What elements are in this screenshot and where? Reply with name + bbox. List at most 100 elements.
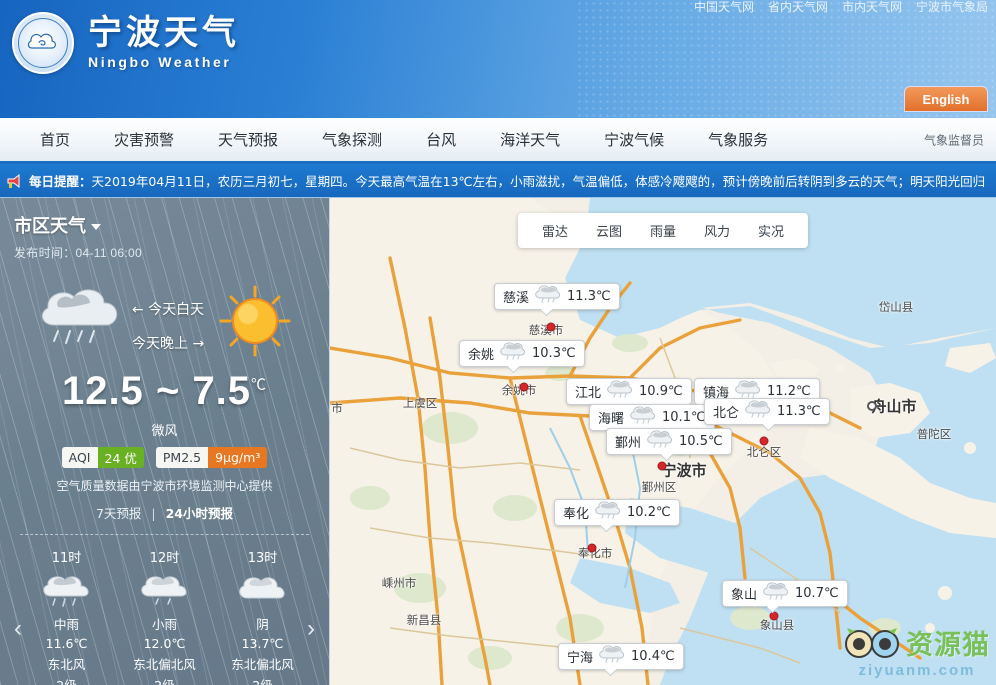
hour-temperature: 12.0℃	[143, 636, 186, 651]
aqi-value: 24 优	[97, 447, 144, 468]
map-station-bubble[interactable]: 奉化 10.2℃	[554, 499, 680, 526]
meteorology-emblem-icon	[12, 12, 74, 74]
hour-temperature: 11.6℃	[45, 636, 88, 651]
bubble-tail	[763, 424, 775, 431]
station-name: 余姚	[468, 348, 495, 363]
tab-7day-forecast[interactable]: 7天预报	[96, 506, 141, 521]
station-name: 慈溪	[503, 291, 530, 306]
station-temperature: 10.4℃	[631, 649, 675, 664]
forecast-tab-separator: |	[151, 506, 156, 521]
hour-time: 11时	[51, 551, 82, 566]
station-weather-icon	[533, 285, 561, 308]
map-place-label: 上虞区	[402, 396, 438, 410]
station-weather-icon	[743, 400, 771, 423]
daily-reminder-label: 每日提醒：	[29, 174, 92, 189]
today-daytime-label[interactable]: ← 今天白天	[132, 293, 204, 327]
hour-wind-force: 2级	[214, 675, 312, 685]
top-link-ningbo-bureau[interactable]: 宁波市气象局	[916, 0, 988, 15]
rain-cloud-icon	[18, 572, 116, 610]
brand-title-en: Ningbo Weather	[88, 54, 232, 71]
station-name: 象山	[731, 588, 758, 603]
nav-item-home[interactable]: 首页	[18, 129, 92, 150]
main-content: 市区天气 发布时间：04-11 06:00 ← 今天白天 今天晚上 → 12.5…	[0, 198, 996, 685]
map-station-bubble[interactable]: 余姚 10.3℃	[459, 340, 585, 367]
station-temperature: 11.3℃	[567, 289, 611, 304]
hour-time: 13时	[247, 551, 278, 566]
nav-item-marine-weather[interactable]: 海洋天气	[478, 129, 582, 150]
map-city-dot	[657, 461, 667, 471]
map-place-label: 岱山县	[878, 300, 914, 314]
nav-item-weather-services[interactable]: 气象服务	[686, 129, 790, 150]
map-tab-wind[interactable]: 风力	[690, 219, 744, 242]
map-tab-radar[interactable]: 雷达	[528, 219, 582, 242]
station-weather-icon	[761, 582, 789, 605]
map-place-label: 鄞州区	[641, 480, 677, 494]
station-name: 奉化	[563, 507, 590, 522]
chevron-down-icon	[91, 223, 101, 230]
map-tab-rainfall[interactable]: 雨量	[636, 219, 690, 242]
map-station-bubble[interactable]: 象山 10.7℃	[722, 580, 848, 607]
pm25-label: PM2.5	[155, 447, 209, 468]
nav-item-weather-forecast[interactable]: 天气预报	[196, 129, 300, 150]
today-night-label[interactable]: 今天晚上 →	[132, 327, 204, 361]
hourly-forecast-item[interactable]: 11时 中雨 11.6℃ 东北风	[18, 547, 116, 685]
top-links: 中国天气网 省内天气网 市内天气网 宁波市气象局	[694, 0, 988, 15]
megaphone-icon	[7, 173, 20, 188]
panel-divider	[20, 534, 309, 535]
map-place-label: 北仑区	[746, 445, 782, 459]
day-night-icons: ← 今天白天 今天晚上 →	[14, 265, 315, 373]
temp-low: 7.5	[192, 369, 252, 413]
map-station-bubble[interactable]: 江北 10.9℃	[566, 378, 692, 405]
hour-wind-direction: 东北偏北风	[133, 657, 196, 672]
city-selector-dropdown[interactable]: 市区天气	[14, 212, 101, 238]
english-language-button[interactable]: English	[904, 86, 988, 112]
main-navigation: 首页 灾害预警 天气预报 气象探测 台风 海洋天气 宁波气候 气象服务 气象监督…	[0, 118, 996, 164]
nav-item-typhoon[interactable]: 台风	[404, 129, 478, 150]
nav-item-meteorological-detection[interactable]: 气象探测	[300, 129, 404, 150]
hourly-forecast-item[interactable]: 12时 小雨 12.0℃ 东北偏北风	[116, 547, 214, 685]
air-quality-source: 空气质量数据由宁波市环境监测中心提供	[56, 479, 273, 493]
nav-item-disaster-warning[interactable]: 灾害预警	[92, 129, 196, 150]
aqi-badge[interactable]: AQI 24 优	[61, 447, 144, 468]
bubble-tail	[605, 669, 617, 676]
station-name: 宁海	[567, 651, 594, 666]
top-link-province-weather[interactable]: 省内天气网	[768, 0, 828, 15]
map-station-bubble[interactable]: 宁海 10.4℃	[558, 643, 684, 670]
nav-item-ningbo-climate[interactable]: 宁波气候	[582, 129, 686, 150]
station-name: 鄞州	[615, 436, 642, 451]
map-station-bubble[interactable]: 慈溪 11.3℃	[494, 283, 620, 310]
pm25-badge[interactable]: PM2.5 9μg/m³	[155, 447, 268, 468]
temperature-range: 12.5 ~ 7.5℃	[14, 369, 315, 414]
station-name: 江北	[575, 386, 602, 401]
map-station-bubble[interactable]: 北仑 11.3℃	[704, 398, 830, 425]
tab-24hour-forecast[interactable]: 24小时预报	[166, 506, 233, 521]
weather-map[interactable]: 雷达 云图 雨量 风力 实况 上虞区 余姚市 慈溪市 宁波市 鄞州区 北仑区 奉化市 象山县嵊…	[330, 198, 996, 685]
daily-reminder-text: 每日提醒：天2019年04月11日，农历三月初七，星期四。今天最高气温在13℃左…	[29, 171, 985, 190]
daily-reminder-bar: 每日提醒：天2019年04月11日，农历三月初七，星期四。今天最高气温在13℃左…	[0, 164, 996, 198]
bubble-tail	[601, 525, 613, 532]
hour-wind-direction: 东北风	[47, 657, 86, 672]
station-temperature: 10.5℃	[679, 434, 723, 449]
nav-supervisor-link[interactable]: 气象监督员	[924, 131, 984, 148]
station-weather-icon	[645, 430, 673, 453]
top-link-china-weather[interactable]: 中国天气网	[694, 0, 754, 15]
map-tab-live[interactable]: 实况	[744, 219, 798, 242]
map-place-label: 象山县	[759, 618, 795, 632]
map-station-bubble[interactable]: 海曙 10.1℃	[589, 404, 715, 431]
hourly-forecast-item[interactable]: 13时 阴 13.7℃ 东北偏北风 2级	[214, 547, 312, 685]
bubble-tail	[541, 309, 553, 316]
hourly-next-arrow[interactable]: ›	[307, 617, 315, 641]
station-temperature: 10.7℃	[795, 586, 839, 601]
map-tab-cloud-image[interactable]: 云图	[582, 219, 636, 242]
hourly-prev-arrow[interactable]: ‹	[14, 617, 22, 641]
site-logo[interactable]: 宁波天气 Ningbo Weather	[12, 12, 240, 74]
hour-wind-direction: 东北偏北风	[231, 657, 294, 672]
pm25-value: 9μg/m³	[208, 447, 268, 468]
map-city-dot	[519, 382, 529, 392]
overcast-cloud-icon	[214, 572, 312, 610]
station-weather-icon	[498, 342, 526, 365]
map-city-dot	[587, 543, 597, 553]
top-link-city-weather[interactable]: 市内天气网	[842, 0, 902, 15]
map-layer-tabs: 雷达 云图 雨量 风力 实况	[517, 213, 809, 248]
map-station-bubble[interactable]: 鄞州 10.5℃	[606, 428, 732, 455]
